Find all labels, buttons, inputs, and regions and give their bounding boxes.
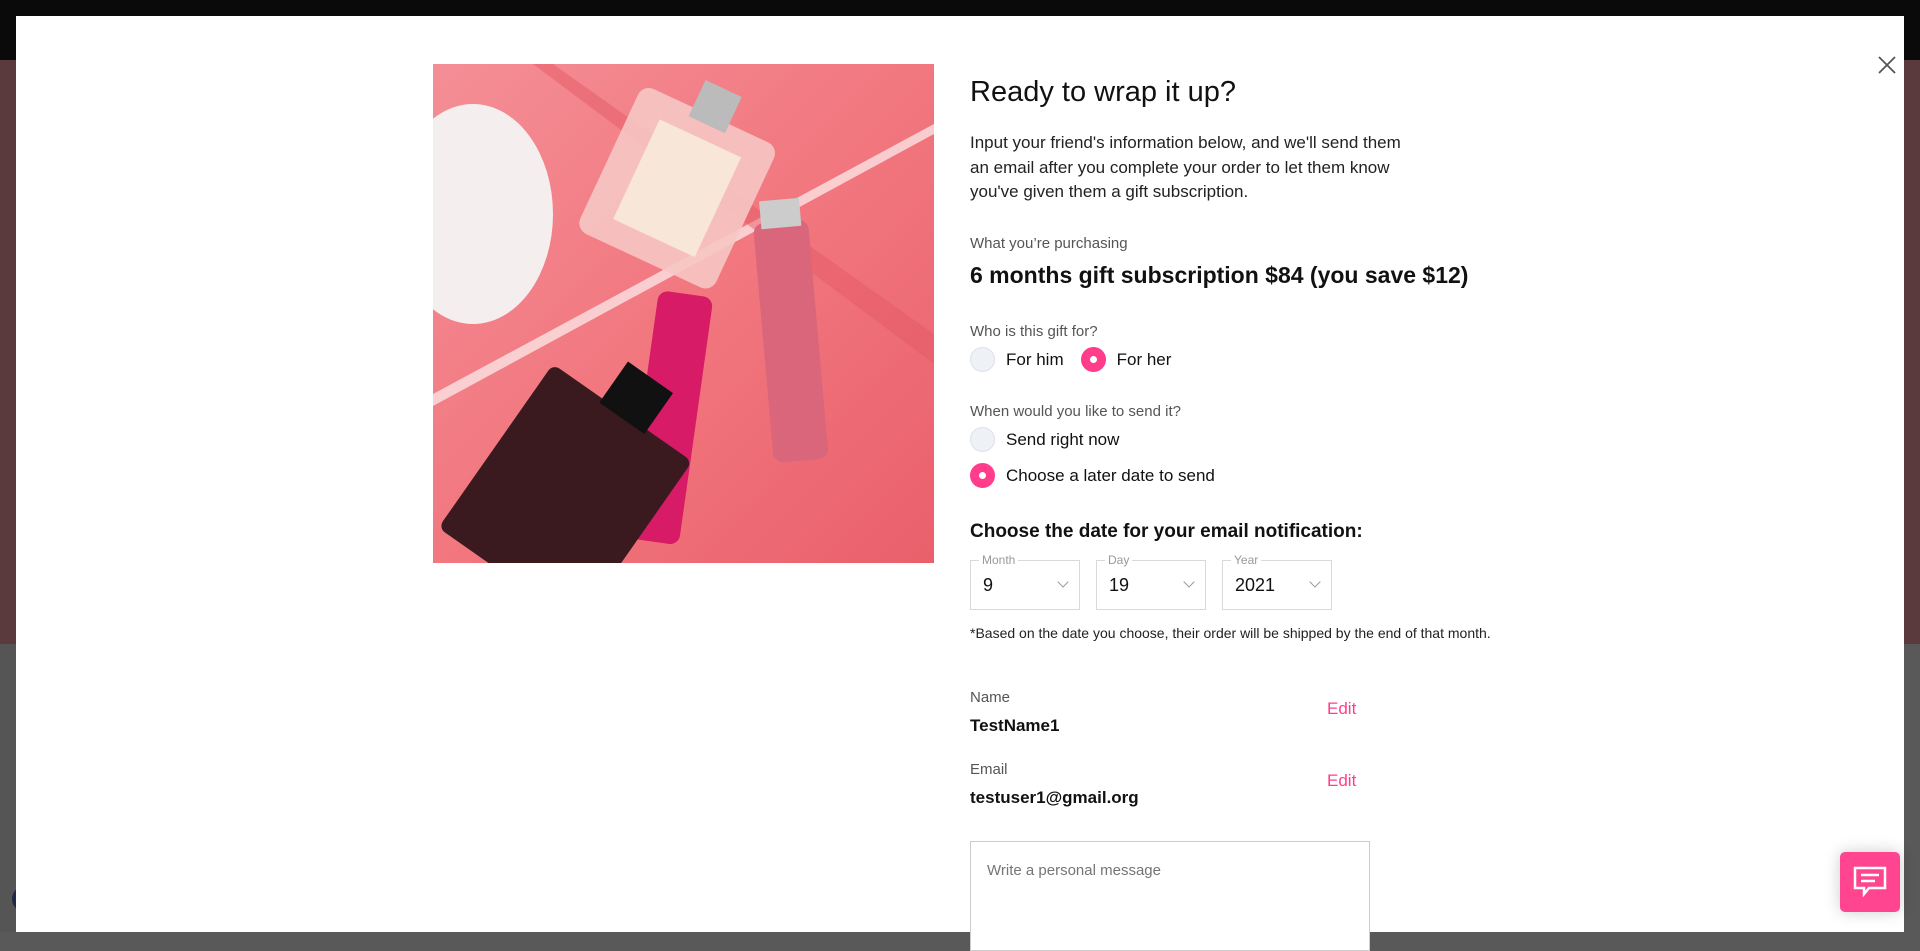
chevron-down-icon	[1309, 576, 1321, 588]
day-label: Day	[1105, 553, 1133, 567]
email-value: testuser1@gmail.org	[970, 788, 1139, 807]
gift-modal	[16, 16, 1904, 932]
page-background	[0, 644, 16, 932]
personal-message-input[interactable]	[970, 841, 1370, 951]
radio-send-later[interactable]	[970, 463, 995, 488]
date-heading: Choose the date for your email notificat…	[970, 521, 1363, 542]
chevron-down-icon	[1183, 576, 1195, 588]
close-icon[interactable]	[1874, 52, 1900, 78]
year-value: 2021	[1235, 575, 1276, 595]
month-value: 9	[983, 575, 994, 595]
recipient-options: For him For her	[970, 347, 1171, 372]
radio-send-now-label[interactable]: Send right now	[1006, 430, 1119, 450]
radio-send-later-label[interactable]: Choose a later date to send	[1006, 466, 1215, 486]
chat-icon	[1853, 866, 1887, 898]
radio-send-now[interactable]	[970, 427, 995, 452]
radio-for-him[interactable]	[970, 347, 995, 372]
modal-title: Ready to wrap it up?	[970, 76, 1236, 108]
recipient-label: Who is this gift for?	[970, 323, 1098, 340]
edit-name-button[interactable]: Edit	[1327, 699, 1356, 719]
day-value: 19	[1109, 575, 1130, 595]
year-label: Year	[1231, 553, 1262, 567]
year-select[interactable]: Year 2021	[1222, 553, 1332, 610]
radio-for-her-label[interactable]: For her	[1117, 350, 1172, 370]
send-now-option[interactable]: Send right now	[970, 427, 1119, 452]
purchase-label: What you’re purchasing	[970, 235, 1128, 252]
month-select[interactable]: Month 9	[970, 553, 1080, 610]
purchase-value: 6 months gift subscription $84 (you save…	[970, 262, 1469, 288]
product-image	[433, 64, 934, 563]
day-select[interactable]: Day 19	[1096, 553, 1206, 610]
radio-for-her[interactable]	[1080, 347, 1106, 372]
radio-for-him-label[interactable]: For him	[1006, 350, 1064, 370]
send-time-label: When would you like to send it?	[970, 403, 1181, 420]
month-label: Month	[979, 553, 1019, 567]
email-label: Email	[970, 761, 1008, 778]
edit-email-button[interactable]: Edit	[1327, 771, 1356, 791]
name-label: Name	[970, 689, 1011, 706]
send-later-option[interactable]: Choose a later date to send	[970, 463, 1215, 488]
shipping-note: *Based on the date you choose, their ord…	[970, 625, 1491, 641]
modal-intro: Input your friend's information below, a…	[970, 133, 1401, 201]
name-value: TestName1	[970, 716, 1060, 735]
chevron-down-icon	[1057, 576, 1069, 588]
chat-button[interactable]	[1840, 852, 1900, 912]
